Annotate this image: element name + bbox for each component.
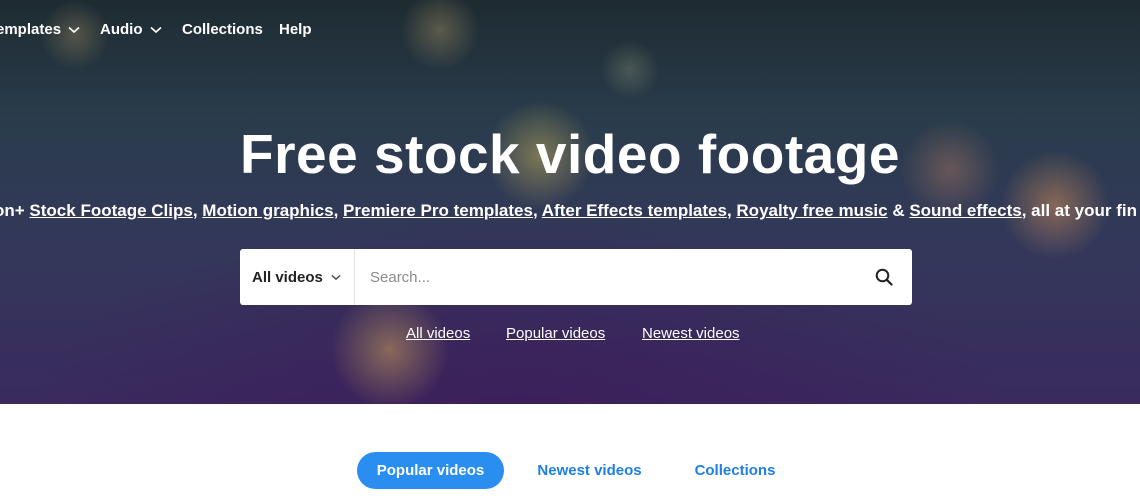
subline-ampersand: & [887, 201, 910, 220]
subline-separator: , [726, 201, 737, 220]
chevron-down-icon [149, 26, 162, 33]
search-button[interactable] [856, 249, 912, 305]
search-input[interactable] [355, 249, 856, 305]
hero-subline: on+ Stock Footage Clips, Motion graphics… [0, 201, 1140, 221]
hero-banner: emplates Audio Collections Help Free sto… [0, 0, 1140, 404]
quicklink-newest-videos[interactable]: Newest videos [642, 325, 740, 342]
nav-item-help[interactable]: Help [279, 21, 312, 38]
tab-newest-videos[interactable]: Newest videos [522, 452, 657, 489]
search-icon [875, 268, 893, 286]
nav-item-label: Collections [182, 21, 263, 38]
nav-item-collections[interactable]: Collections [182, 21, 263, 38]
top-navigation: emplates Audio Collections Help [0, 0, 1140, 62]
bokeh-light [330, 290, 450, 404]
video-tabs: Popular videos Newest videos Collections [0, 452, 1140, 490]
chevron-down-icon [331, 274, 341, 280]
link-royalty-free-music[interactable]: Royalty free music [736, 201, 887, 220]
subline-lead: on+ [0, 201, 25, 220]
link-stock-footage-clips[interactable]: Stock Footage Clips [29, 201, 192, 220]
search-filter-dropdown[interactable]: All videos [240, 249, 355, 305]
subline-separator: , [532, 201, 542, 220]
link-premiere-pro-templates[interactable]: Premiere Pro templates [343, 201, 533, 220]
link-sound-effects[interactable]: Sound effects [909, 201, 1021, 220]
nav-item-label: Help [279, 21, 312, 38]
page-title: Free stock video footage [240, 123, 900, 185]
quicklink-all-videos[interactable]: All videos [406, 325, 470, 342]
tab-popular-videos[interactable]: Popular videos [357, 452, 504, 489]
subline-separator: , [192, 201, 203, 220]
search-bar: All videos [240, 249, 912, 305]
tab-collections[interactable]: Collections [680, 452, 790, 489]
link-after-effects-templates[interactable]: After Effects templates [542, 201, 727, 220]
quicklink-popular-videos[interactable]: Popular videos [506, 325, 605, 342]
search-filter-label: All videos [252, 268, 323, 286]
nav-item-label: Audio [100, 21, 143, 38]
subline-tail: , all at your fin [1021, 201, 1137, 220]
chevron-down-icon [68, 26, 80, 33]
nav-item-label: emplates [0, 21, 62, 38]
nav-item-templates[interactable]: emplates [0, 21, 80, 38]
subline-separator: , [333, 201, 344, 220]
link-motion-graphics[interactable]: Motion graphics [202, 201, 333, 220]
nav-item-audio[interactable]: Audio [100, 21, 162, 38]
